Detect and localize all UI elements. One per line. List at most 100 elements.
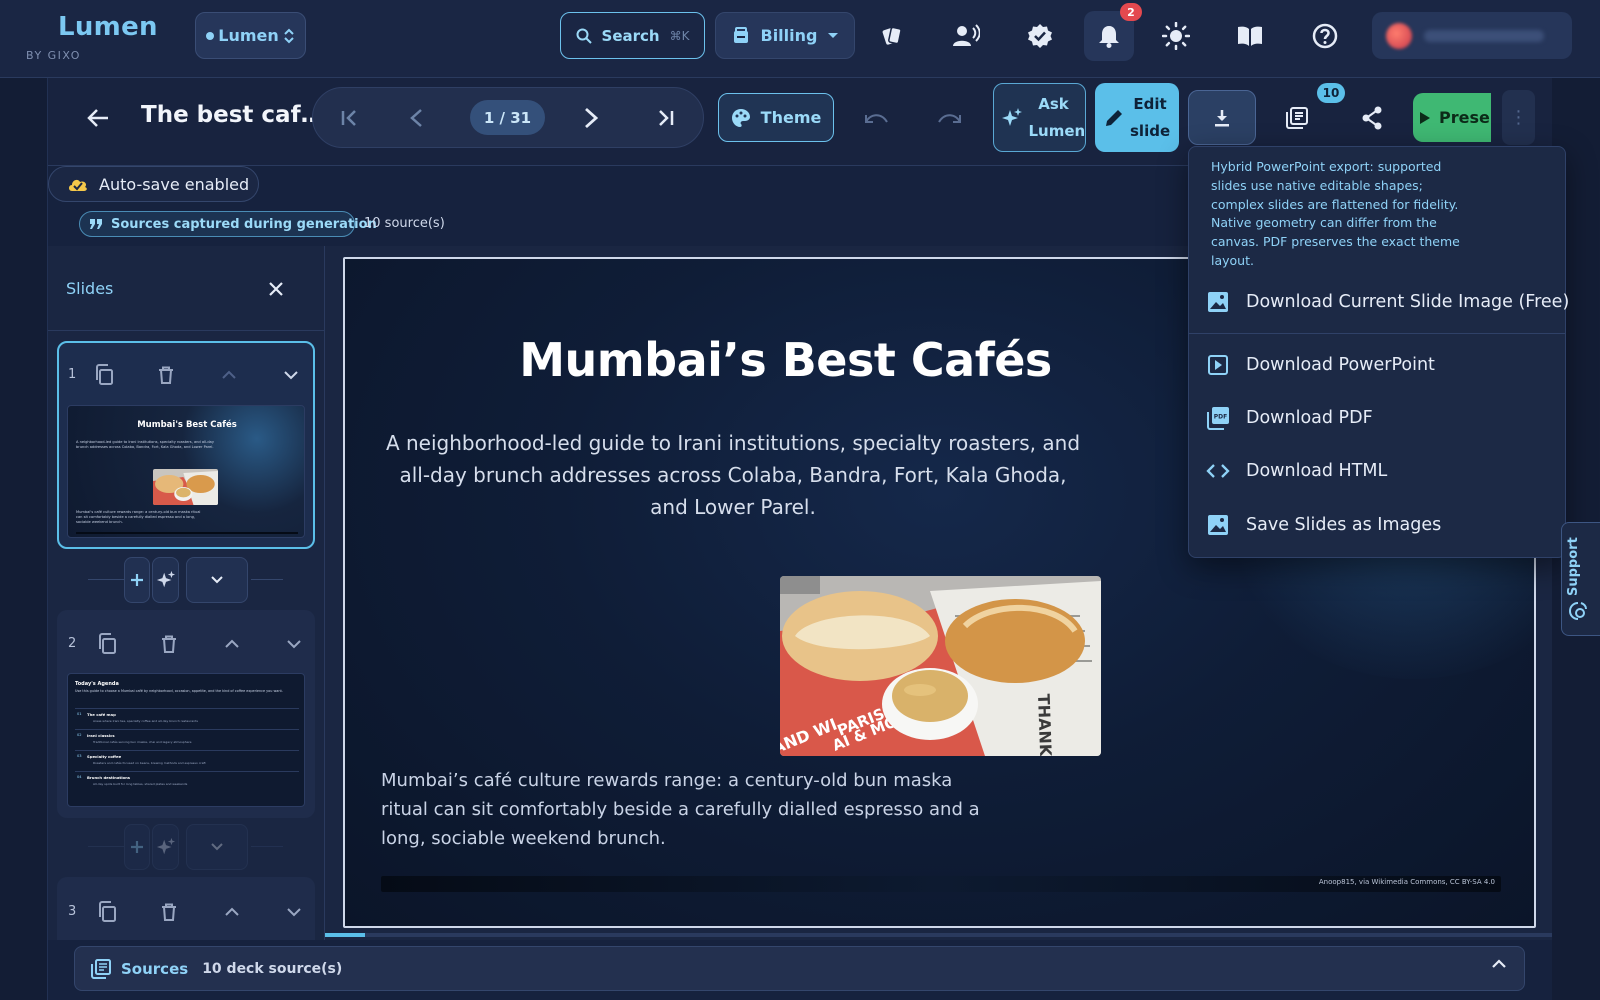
- undo-button[interactable]: [858, 100, 894, 136]
- slide-number: 3: [68, 904, 77, 919]
- theme-button[interactable]: Theme: [718, 93, 834, 142]
- deck-library-button[interactable]: [1279, 100, 1315, 136]
- download-icon: [1215, 109, 1229, 126]
- voice-user-icon[interactable]: [945, 15, 987, 57]
- photo-newspaper-text: THANK U: [1034, 693, 1056, 756]
- move-down-icon[interactable]: [283, 633, 305, 655]
- duplicate-icon[interactable]: [96, 901, 118, 923]
- search-button[interactable]: Search ⌘K: [560, 12, 705, 59]
- menu-separator: [1188, 333, 1566, 334]
- save-slides-as-images-label: Save Slides as Images: [1246, 515, 1442, 535]
- add-slide-button[interactable]: [124, 824, 150, 870]
- chevron-up-icon[interactable]: [1492, 959, 1506, 969]
- billing-dropdown[interactable]: Billing: [715, 12, 855, 59]
- slide-title[interactable]: Mumbai’s Best Cafés: [345, 333, 1226, 387]
- deck-title[interactable]: The best caf…: [141, 102, 324, 128]
- insert-divider-line: [251, 846, 283, 847]
- download-powerpoint-label: Download PowerPoint: [1246, 355, 1435, 375]
- delete-icon[interactable]: [158, 901, 180, 923]
- page-indicator[interactable]: 1 / 31: [470, 100, 545, 135]
- chevron-down-icon: [211, 843, 223, 851]
- present-button[interactable]: Present: [1413, 93, 1491, 142]
- undo-icon: [865, 114, 888, 123]
- insert-divider-line: [88, 579, 124, 580]
- previous-slide-button[interactable]: [398, 100, 434, 136]
- slide-photo[interactable]: PARIS, AI & MORE. AND WI AN THANK U: [780, 576, 1101, 756]
- slide-thumbnail-2[interactable]: Today's Agenda Use this guide to choose …: [67, 673, 305, 807]
- cards-icon[interactable]: [871, 15, 913, 57]
- sources-bar[interactable]: Sources 10 deck source(s): [74, 946, 1525, 991]
- first-slide-button[interactable]: [331, 100, 367, 136]
- billing-label: Billing: [760, 26, 818, 45]
- workspace-switcher[interactable]: Lumen: [195, 12, 306, 59]
- duplicate-icon[interactable]: [96, 633, 118, 655]
- search-icon: [576, 28, 592, 44]
- download-html-label: Download HTML: [1246, 461, 1388, 481]
- ask-lumen-label: Ask Lumen: [1028, 94, 1086, 140]
- slide-subtitle[interactable]: A neighborhood-led guide to Irani instit…: [379, 427, 1087, 523]
- download-button[interactable]: [1188, 90, 1256, 145]
- share-button[interactable]: [1354, 100, 1390, 136]
- move-up-icon[interactable]: [221, 901, 243, 923]
- back-button[interactable]: [80, 100, 116, 136]
- slide-footer-bar: Anoop815, via Wikimedia Commons, CC BY-S…: [381, 876, 1501, 892]
- download-powerpoint[interactable]: Download PowerPoint: [1206, 345, 1435, 385]
- chevron-left-icon: [410, 109, 422, 127]
- more-options-button[interactable]: ⋮: [1502, 90, 1535, 145]
- download-current-slide-image[interactable]: Download Current Slide Image (Free): [1206, 282, 1569, 322]
- thumb-photo: [153, 469, 218, 505]
- insert-options-button[interactable]: [186, 824, 248, 870]
- slide-thumbnail-1[interactable]: Mumbai's Best Cafés A neighborhood-led g…: [67, 405, 305, 538]
- app-logo[interactable]: Lumen: [58, 12, 158, 42]
- download-pdf-label: Download PDF: [1246, 408, 1373, 428]
- add-slide-button[interactable]: [124, 557, 150, 603]
- sources-captured-chip[interactable]: Sources captured during generation: [79, 211, 377, 237]
- ai-add-slide-button[interactable]: [152, 557, 179, 603]
- sparkle-icon: [1001, 107, 1023, 129]
- sources-bar-title: Sources: [121, 959, 189, 978]
- next-slide-button[interactable]: [573, 100, 609, 136]
- move-up-icon[interactable]: [221, 633, 243, 655]
- search-label: Search: [601, 26, 660, 45]
- avatar: [1386, 22, 1412, 49]
- thumb-title: Mumbai's Best Cafés: [137, 420, 237, 430]
- redo-button[interactable]: [932, 100, 968, 136]
- edit-slide-button[interactable]: Edit slide: [1095, 83, 1179, 152]
- move-up-icon[interactable]: [218, 364, 240, 386]
- sun-icon[interactable]: [1155, 15, 1197, 57]
- cloud-check-icon: [67, 176, 89, 192]
- export-note: Hybrid PowerPoint export: supported slid…: [1211, 159, 1460, 268]
- verified-badge-icon[interactable]: [1019, 15, 1061, 57]
- close-slides-panel-button[interactable]: [264, 277, 288, 301]
- insert-options-button[interactable]: [186, 557, 248, 603]
- last-slide-button[interactable]: [648, 100, 684, 136]
- thumb-agenda-row: 02 Irani classics Traditional cafés serv…: [75, 729, 299, 747]
- ai-add-slide-button[interactable]: [152, 824, 179, 870]
- delete-icon[interactable]: [158, 633, 180, 655]
- move-down-icon[interactable]: [280, 364, 302, 386]
- slide-body-text[interactable]: Mumbai’s café culture rewards range: a c…: [381, 766, 1001, 853]
- move-down-icon[interactable]: [283, 901, 305, 923]
- play-icon: [1419, 111, 1431, 125]
- image-icon: [1206, 290, 1230, 314]
- sources-count: 10 source(s): [364, 216, 445, 231]
- sparkle-icon: [156, 837, 175, 855]
- help-icon[interactable]: [1304, 15, 1346, 57]
- user-menu[interactable]: [1372, 12, 1572, 59]
- sources-list-icon: [91, 958, 111, 979]
- download-pdf[interactable]: PDF Download PDF: [1206, 398, 1373, 438]
- support-icon: [1569, 602, 1587, 620]
- ask-lumen-button[interactable]: Ask Lumen: [993, 83, 1086, 152]
- present-label: Present: [1439, 108, 1491, 127]
- thumb-agenda-row: 04 Brunch destinations All-day spots bui…: [75, 771, 299, 789]
- thumb-subtitle: A neighborhood-led guide to Irani instit…: [76, 440, 214, 449]
- delete-icon[interactable]: [155, 364, 177, 386]
- support-label: Support: [1566, 537, 1581, 596]
- duplicate-icon[interactable]: [93, 364, 115, 386]
- slideshow-icon: [1206, 353, 1230, 377]
- save-slides-as-images[interactable]: Save Slides as Images: [1206, 505, 1441, 545]
- book-icon[interactable]: [1229, 15, 1271, 57]
- download-html[interactable]: Download HTML: [1206, 451, 1387, 491]
- more-vertical-icon: ⋮: [1509, 107, 1528, 128]
- palette-icon: [731, 108, 751, 128]
